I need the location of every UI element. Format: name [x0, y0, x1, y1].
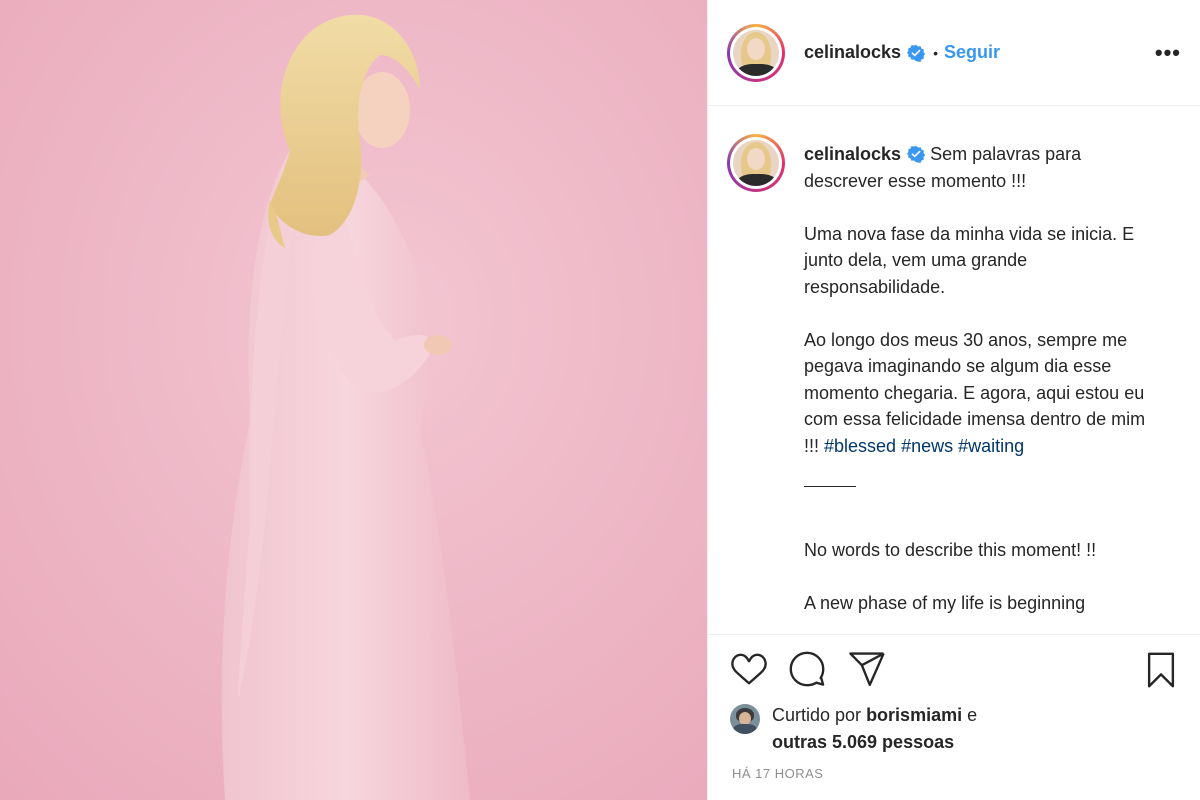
likes-prefix: Curtido por: [772, 705, 862, 725]
caption-username[interactable]: celinalocks: [804, 144, 901, 164]
likes-conj: e: [967, 705, 978, 725]
post-actions: [708, 650, 1200, 690]
hashtag-link[interactable]: #waiting: [958, 436, 1024, 456]
follow-button[interactable]: Seguir: [944, 42, 1000, 63]
profile-avatar[interactable]: [727, 23, 785, 82]
post-timestamp[interactable]: HÁ 17 HORAS: [732, 766, 823, 781]
caption-text: celinalocks Sem palavras para descrever …: [804, 141, 1154, 634]
header-username[interactable]: celinalocks: [804, 42, 901, 63]
heart-icon[interactable]: [730, 650, 768, 688]
verified-badge-icon: [907, 145, 926, 163]
post-side-panel: celinalocks • Seguir ••• celinalocks Sem…: [707, 0, 1200, 800]
post-photo[interactable]: [0, 0, 707, 800]
share-icon[interactable]: [848, 650, 886, 688]
liker-username[interactable]: borismiami: [866, 705, 962, 725]
caption-avatar[interactable]: [727, 134, 785, 192]
photo-illustration: [0, 0, 707, 800]
likes-count-link[interactable]: outras 5.069 pessoas: [772, 732, 954, 752]
comment-icon[interactable]: [788, 650, 826, 688]
likes-summary: Curtido por borismiami e outras 5.069 pe…: [730, 702, 1190, 756]
header-separator: •: [933, 44, 938, 61]
caption-divider: [804, 485, 856, 487]
post-header: celinalocks • Seguir •••: [708, 0, 1200, 106]
verified-badge-icon: [907, 44, 926, 62]
caption-english-cutoff: A new phase of my life is beginning: [804, 592, 1086, 613]
liker-avatar[interactable]: [730, 704, 760, 734]
section-divider: [708, 634, 1200, 635]
caption-english: No words to describe this moment! !!: [804, 539, 1097, 560]
hashtag-link[interactable]: #blessed: [824, 436, 896, 456]
more-options-icon[interactable]: •••: [1155, 40, 1181, 66]
caption-scroll-area[interactable]: celinalocks Sem palavras para descrever …: [708, 107, 1200, 634]
bookmark-icon[interactable]: [1142, 650, 1180, 690]
hashtag-link[interactable]: #news: [901, 436, 953, 456]
caption-paragraph: Uma nova fase da minha vida se inicia. E…: [804, 223, 1135, 297]
